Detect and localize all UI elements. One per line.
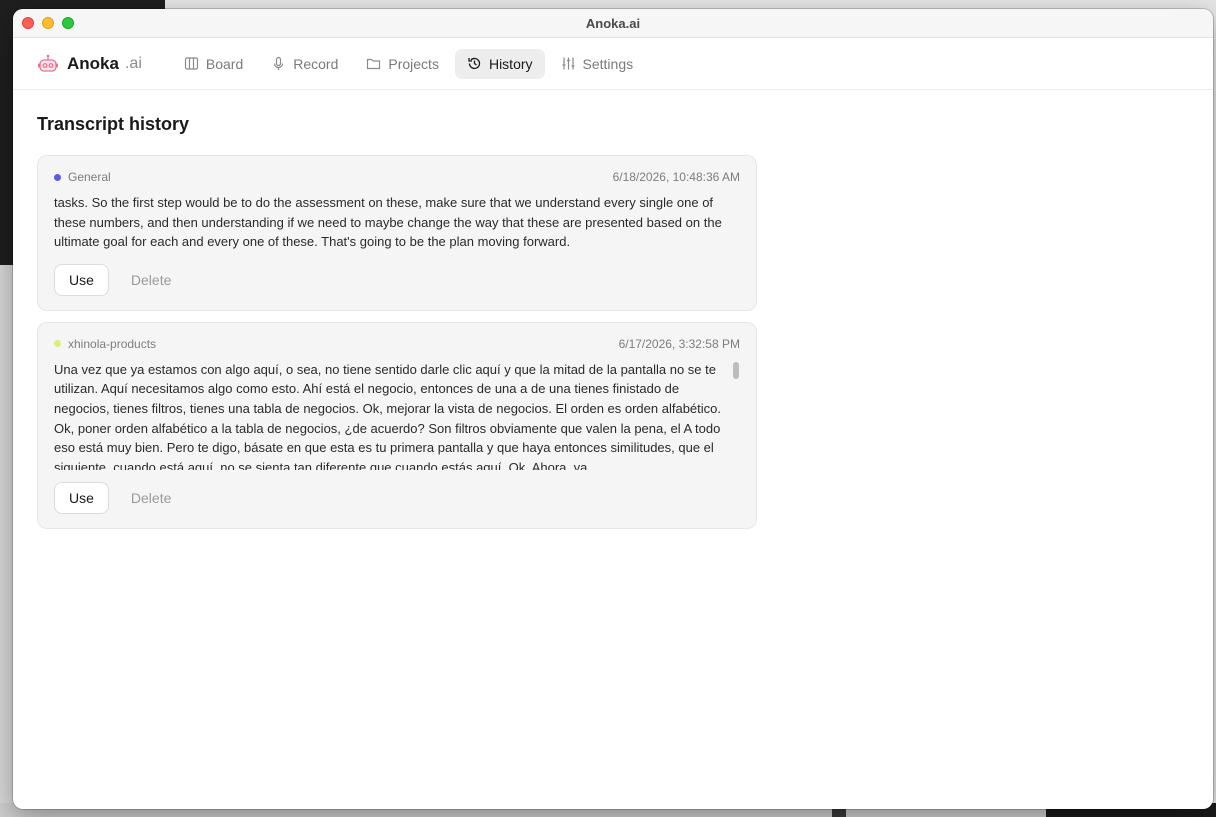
nav-projects[interactable]: Projects — [354, 49, 451, 79]
project-name: xhinola-products — [68, 336, 157, 351]
folder-icon — [367, 58, 381, 70]
board-icon — [184, 57, 198, 70]
card-timestamp: 6/18/2026, 10:48:36 AM — [612, 170, 740, 184]
nav-projects-label: Projects — [388, 55, 439, 72]
transcript-card: xhinola-products 6/17/2026, 3:32:58 PM U… — [37, 321, 757, 529]
robot-logo-icon — [38, 54, 58, 72]
main-content: Transcript history General 6/18/2026, 10… — [13, 90, 1213, 564]
transcript-text: tasks. So the first step would be to do … — [54, 195, 722, 250]
nav-history-label: History — [488, 55, 533, 72]
title-bar: Anoka.ai — [13, 9, 1213, 38]
nav-board-label: Board — [205, 55, 244, 72]
use-button[interactable]: Use — [54, 481, 109, 514]
project-color-dot — [54, 173, 61, 181]
delete-button[interactable]: Delete — [131, 272, 171, 288]
nav-record[interactable]: Record — [259, 49, 350, 79]
scrollbar[interactable] — [732, 361, 740, 470]
card-project: xhinola-products — [54, 337, 156, 351]
nav-history[interactable]: History — [454, 48, 545, 79]
page-title: Transcript history — [37, 114, 190, 134]
history-icon — [468, 57, 481, 70]
nav-settings-label: Settings — [582, 55, 634, 72]
delete-button[interactable]: Delete — [131, 490, 171, 506]
card-actions: Use Delete — [54, 263, 740, 296]
app-window: Anoka.ai Anoka .ai Board Record Projects… — [13, 9, 1213, 809]
use-button[interactable]: Use — [54, 263, 109, 296]
transcript-text: Una vez que ya estamos con algo aquí, o … — [54, 361, 721, 470]
card-header: xhinola-products 6/17/2026, 3:32:58 PM — [54, 337, 740, 351]
transcript-card: General 6/18/2026, 10:48:36 AM tasks. So… — [37, 155, 757, 311]
window-title: Anoka.ai — [585, 16, 641, 31]
sliders-icon — [562, 57, 575, 70]
nav-board[interactable]: Board — [172, 49, 255, 79]
nav-settings[interactable]: Settings — [549, 49, 646, 79]
brand-name: Anoka — [67, 53, 119, 73]
brand-suffix: .ai — [124, 54, 142, 72]
project-color-dot — [54, 340, 61, 348]
nav-record-label: Record — [293, 55, 339, 72]
top-nav: Anoka .ai Board Record Projects History … — [13, 38, 1213, 90]
mic-icon — [274, 56, 284, 70]
project-name: General — [68, 170, 111, 184]
brand[interactable]: Anoka .ai — [37, 53, 142, 75]
card-actions: Use Delete — [54, 481, 740, 514]
transcript-scroll-area[interactable]: Una vez que ya estamos con algo aquí, o … — [54, 360, 740, 470]
card-header: General 6/18/2026, 10:48:36 AM — [54, 170, 740, 184]
card-project: General — [54, 170, 111, 184]
card-timestamp: 6/17/2026, 3:32:58 PM — [618, 336, 740, 351]
scrollbar-thumb[interactable] — [733, 361, 739, 379]
